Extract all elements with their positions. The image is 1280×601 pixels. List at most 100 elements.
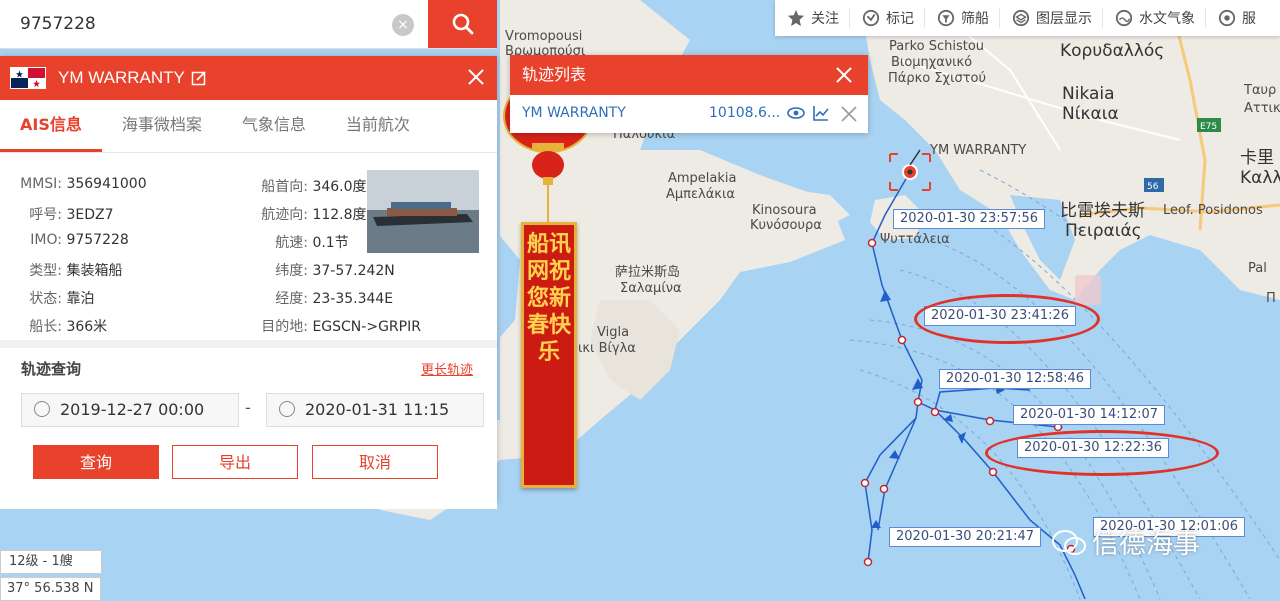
service-icon (1218, 9, 1236, 27)
track-list-ship-name[interactable]: YM WARRANTY (522, 105, 626, 121)
date-separator: - (245, 398, 251, 417)
track-list-panel: 轨迹列表 YM WARRANTY 10108.6... (510, 55, 868, 133)
info-key: 航迹向: (261, 207, 308, 223)
place-vromopousi: Vromopousi (505, 29, 582, 44)
place-psyttaleia: Ψυττάλεια (880, 232, 950, 247)
place-parko-gr1: Βιομηχανικό (891, 55, 972, 70)
road-leof: Leof. Posidonos (1163, 203, 1263, 218)
new-year-banner: 船讯网祝您新春快乐 (521, 222, 577, 488)
clear-icon[interactable]: × (392, 14, 414, 36)
search-button[interactable] (428, 0, 497, 48)
tool-label: 标记 (886, 11, 914, 27)
place-pal-gr: Π (1266, 291, 1276, 306)
layers-icon (1012, 9, 1030, 27)
weather-icon (1115, 9, 1133, 27)
info-type: 类型: 集装箱船 (14, 260, 122, 280)
place-vigla: Vigla (597, 325, 629, 340)
info-mmsi: MMSI: 356941000 (14, 176, 147, 192)
track-query-title: 轨迹查询 (21, 360, 82, 378)
eye-icon[interactable] (787, 106, 805, 120)
new-year-greeting: 船讯网祝您新春快乐 (526, 231, 571, 365)
filter-icon (937, 9, 955, 27)
tool-follow[interactable]: 关注 (775, 8, 850, 28)
track-list-title: 轨迹列表 (522, 65, 587, 84)
info-val: 23-35.344E (312, 291, 394, 307)
watermark: 信德海事 (1052, 522, 1200, 561)
info-val: 37-57.242N (312, 263, 395, 279)
tab-voyage[interactable]: 当前航次 (326, 100, 430, 152)
track-list-distance: 10108.6... (709, 105, 781, 121)
place-tavr: Ταυρ (1243, 83, 1276, 98)
place-kalli-gr: Καλλ (1240, 168, 1280, 188)
place-salamina-gr: Σαλαμίνα (620, 281, 682, 296)
start-date-input[interactable]: 2019-12-27 00:00 (21, 393, 239, 427)
tab-weather[interactable]: 气象信息 (222, 100, 326, 152)
info-key: 经度: (275, 291, 308, 307)
tool-layers[interactable]: 图层显示 (1000, 8, 1103, 28)
clock-icon (34, 401, 50, 417)
info-val: 靠泊 (66, 291, 95, 307)
place-nikaia: Nikaia (1062, 84, 1115, 104)
container-ship-icon (367, 170, 479, 253)
info-key: 状态: (29, 291, 62, 307)
tool-label: 关注 (811, 11, 839, 27)
info-val: 0.1节 (312, 235, 349, 251)
ship-tabs: AIS信息 海事微档案 气象信息 当前航次 (0, 100, 497, 153)
info-heading: 船首向: 346.0度 (248, 176, 366, 196)
track-label[interactable]: 2020-01-30 14:12:07 (1013, 405, 1166, 425)
highlight-ellipse (914, 294, 1100, 344)
info-key: 纬度: (275, 263, 308, 279)
info-key: 船长: (29, 319, 62, 335)
info-imo: IMO: 9757228 (14, 232, 129, 248)
info-val: 112.8度 (312, 207, 367, 223)
export-button[interactable]: 导出 (172, 445, 298, 479)
end-date-input[interactable]: 2020-01-31 11:15 (266, 393, 484, 427)
place-nikaia-gr: Νίκαια (1062, 104, 1119, 124)
info-speed: 航速: 0.1节 (248, 232, 349, 252)
tool-service[interactable]: 服 (1206, 8, 1266, 28)
longer-track-link[interactable]: 更长轨迹 (421, 359, 473, 378)
chart-icon[interactable] (812, 104, 830, 122)
place-ampelakia-gr: Αμπελάκια (666, 187, 735, 202)
info-key: 类型: (29, 263, 62, 279)
search-input[interactable] (0, 0, 400, 48)
tool-label: 筛船 (961, 11, 989, 27)
info-val: 集装箱船 (66, 263, 123, 279)
query-button[interactable]: 查询 (33, 445, 159, 479)
info-course: 航迹向: 112.8度 (248, 204, 367, 224)
star-icon (787, 9, 805, 27)
ship-photo[interactable] (367, 170, 479, 253)
edit-icon[interactable] (191, 70, 207, 86)
info-lon: 经度: 23-35.344E (248, 288, 393, 308)
info-key: 船首向: (261, 179, 308, 195)
road-e75: E75 (1200, 122, 1217, 132)
info-key: MMSI: (20, 176, 62, 192)
tab-archive[interactable]: 海事微档案 (102, 100, 222, 152)
close-icon[interactable] (465, 66, 487, 88)
track-label[interactable]: 2020-01-30 23:57:56 (893, 209, 1046, 229)
tab-ais[interactable]: AIS信息 (0, 100, 102, 152)
place-kalli-cn: 卡里 (1240, 148, 1274, 168)
wechat-icon (1052, 530, 1086, 555)
place-korydallos-gr: Κορυδαλλός (1060, 41, 1164, 61)
close-icon[interactable] (834, 65, 854, 85)
info-key: IMO: (30, 232, 62, 248)
remove-icon[interactable] (840, 105, 858, 123)
tool-label: 服 (1242, 11, 1256, 27)
tool-hydro[interactable]: 水文气象 (1103, 8, 1206, 28)
track-label[interactable]: 2020-01-30 20:21:47 (889, 527, 1042, 547)
info-val: EGSCN->GRPIR (312, 319, 421, 335)
track-label[interactable]: 2020-01-30 12:58:46 (939, 369, 1092, 389)
road-56: 56 (1147, 182, 1159, 192)
start-date-value: 2019-12-27 00:00 (60, 400, 205, 419)
tool-filter[interactable]: 筛船 (925, 8, 1000, 28)
map-toolbar: 关注 标记 筛船 图层显示 水文气象 服 (775, 0, 1280, 36)
ship-header: YM WARRANTY (0, 56, 497, 100)
ship-name: YM WARRANTY (58, 68, 185, 87)
clock-icon (279, 401, 295, 417)
tool-mark[interactable]: 标记 (850, 8, 925, 28)
info-status: 状态: 靠泊 (14, 288, 94, 308)
panama-flag-icon (10, 67, 46, 89)
cancel-button[interactable]: 取消 (312, 445, 438, 479)
info-dest: 目的地: EGSCN->GRPIR (248, 316, 421, 336)
